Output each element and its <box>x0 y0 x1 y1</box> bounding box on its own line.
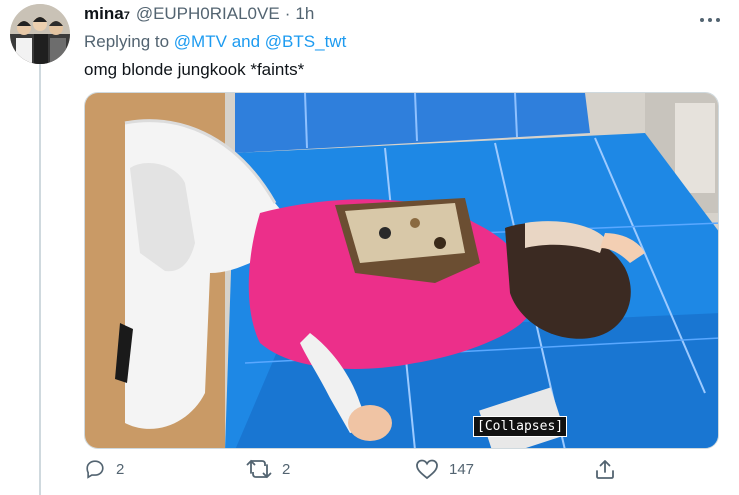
timestamp[interactable]: 1h <box>295 4 314 24</box>
reply-icon <box>86 460 104 479</box>
separator-dot: · <box>284 4 291 23</box>
like-count: 147 <box>449 460 475 478</box>
more-options-icon <box>700 18 720 22</box>
replying-to: Replying to @MTV and @BTS_twt <box>84 32 346 52</box>
share-button[interactable] <box>594 458 616 480</box>
more-options-button[interactable] <box>699 10 721 28</box>
replying-prefix: Replying to <box>84 32 170 51</box>
reply-count: 2 <box>116 460 125 478</box>
user-handle[interactable]: @EUPH0RIAL0VE <box>136 4 280 24</box>
like-button[interactable]: 147 <box>415 458 474 480</box>
retweet-icon <box>246 459 272 479</box>
reply-user-bts-link[interactable]: @BTS_twt <box>265 32 347 51</box>
media-image <box>85 93 718 448</box>
retweet-button[interactable]: 2 <box>246 458 290 480</box>
avatar-image <box>10 4 70 64</box>
media-caption: [Collapses] <box>473 416 568 437</box>
heart-icon <box>416 459 438 480</box>
share-icon <box>596 460 614 479</box>
tweet-header: mina 7 @EUPH0RIAL0VE · 1h <box>84 4 314 26</box>
tweet-text: omg blonde jungkook *faints* <box>84 60 305 79</box>
reply-and: and <box>231 32 261 51</box>
tweet-media[interactable]: [Collapses] <box>84 92 719 449</box>
avatar[interactable] <box>10 4 70 64</box>
thread-line <box>39 64 41 495</box>
reply-button[interactable]: 2 <box>84 458 124 480</box>
tweet-actions: 2 2 147 <box>84 458 719 490</box>
reply-user-mtv-link[interactable]: @MTV <box>174 32 227 51</box>
display-name[interactable]: mina <box>84 4 124 24</box>
retweet-count: 2 <box>282 460 291 478</box>
name-superscript: 7 <box>123 10 130 22</box>
